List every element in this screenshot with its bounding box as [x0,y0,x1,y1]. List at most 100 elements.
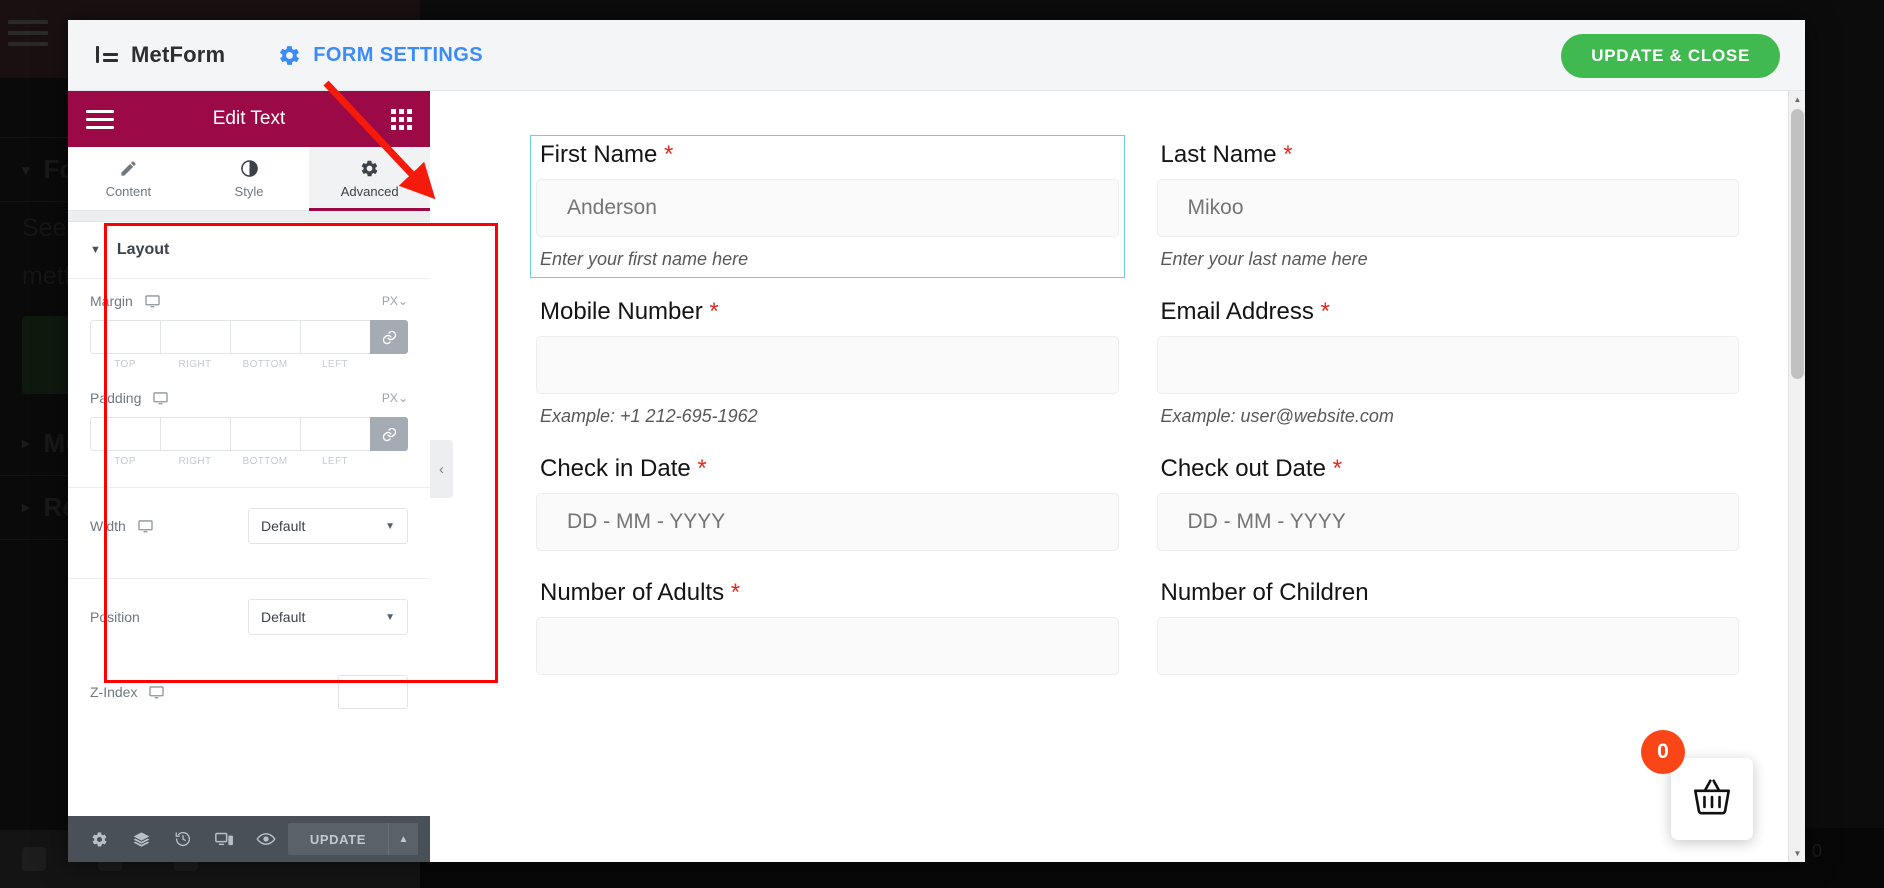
width-value: Default [261,518,305,534]
required-asterisk: * [709,298,718,325]
field-label: Email Address * [1157,292,1740,336]
required-asterisk: * [1283,141,1292,168]
responsive-mode-icon[interactable] [205,816,245,862]
field-label: First Name * [536,135,1119,179]
field-label-text: Last Name [1161,141,1277,168]
margin-unit-selector[interactable]: PX⌄ [382,294,408,308]
desktop-icon[interactable] [138,520,153,533]
margin-side-right: RIGHT [160,359,230,370]
scroll-down-arrow-icon[interactable]: ▼ [1789,845,1805,862]
modal-header: MetForm FORM SETTINGS UPDATE & CLOSE [68,20,1805,91]
layout-section-toggle[interactable]: ▼ Layout [68,222,430,279]
canvas-scrollbar[interactable]: ▲ ▼ [1788,91,1805,862]
margin-bottom-input[interactable] [230,320,300,354]
cart-widget[interactable]: 0 [1671,758,1753,840]
padding-right-input[interactable] [160,417,230,451]
margin-left-input[interactable] [300,320,370,354]
margin-side-left: LEFT [300,359,370,370]
background-caret-icon: ▸ [22,434,30,452]
required-asterisk: * [1333,455,1342,482]
field-label: Number of Children [1157,573,1740,617]
form-settings-button[interactable]: FORM SETTINGS [278,44,483,67]
background-right-number: 0 [1812,841,1822,862]
gear-icon [278,44,301,67]
field-input[interactable] [1157,336,1740,394]
form-fields-grid: First Name * Enter your first name here … [536,135,1739,697]
width-select[interactable]: Default ▼ [248,508,408,544]
field-label-text: Check out Date [1161,455,1326,482]
position-label: Position [90,609,140,625]
padding-side-left: LEFT [300,456,370,467]
collapse-panel-handle[interactable]: ‹ [430,440,453,498]
position-control: Position Default ▼ [68,579,430,655]
padding-control: Padding PX⌄ [68,376,430,473]
tab-content[interactable]: Content [68,147,189,210]
required-asterisk: * [697,455,706,482]
position-select[interactable]: Default ▼ [248,599,408,635]
apps-grid-icon[interactable] [391,109,412,130]
tab-style[interactable]: Style [189,147,310,210]
field-input[interactable] [536,617,1119,675]
preview-eye-icon[interactable] [246,816,286,862]
hamburger-icon[interactable] [86,105,114,134]
field-check-out-date[interactable]: Check out Date * [1157,449,1740,573]
field-number-of-adults[interactable]: Number of Adults * [536,573,1119,697]
margin-control: Margin PX⌄ [68,279,430,376]
margin-side-bottom: BOTTOM [230,359,300,370]
tab-style-label: Style [235,184,264,199]
field-label: Mobile Number * [536,292,1119,336]
metform-editor-modal: MetForm FORM SETTINGS UPDATE & CLOSE Edi… [68,20,1805,862]
field-check-in-date[interactable]: Check in Date * [536,449,1119,573]
editor-tabs: Content Style Advanced [68,147,430,211]
field-help-text: Example: +1 212-695-1962 [536,394,1119,427]
editor-panel-title: Edit Text [68,108,430,130]
settings-gear-icon[interactable] [80,816,120,862]
padding-side-right: RIGHT [160,456,230,467]
field-input[interactable] [536,336,1119,394]
editor-panel-titlebar: Edit Text [68,91,430,147]
field-label-text: Mobile Number [540,298,703,325]
margin-inputs [90,320,408,354]
field-email-address[interactable]: Email Address * Example: user@website.co… [1157,292,1740,449]
padding-bottom-input[interactable] [230,417,300,451]
section-header-strip [68,211,430,222]
padding-inputs [90,417,408,451]
margin-right-input[interactable] [160,320,230,354]
required-asterisk: * [1321,298,1330,325]
scrollbar-thumb[interactable] [1791,109,1804,379]
field-input[interactable] [536,493,1119,551]
field-input[interactable] [1157,179,1740,237]
cart-button[interactable] [1671,758,1753,840]
field-mobile-number[interactable]: Mobile Number * Example: +1 212-695-1962 [536,292,1119,449]
required-asterisk: * [664,141,673,168]
scroll-up-arrow-icon[interactable]: ▲ [1789,91,1805,108]
padding-link-values-button[interactable] [370,417,408,451]
field-input[interactable] [1157,493,1740,551]
field-last-name[interactable]: Last Name * Enter your last name here [1157,135,1740,292]
field-first-name[interactable]: First Name * Enter your first name here [536,135,1119,292]
padding-left-input[interactable] [300,417,370,451]
update-button[interactable]: UPDATE [288,823,388,855]
margin-top-input[interactable] [90,320,160,354]
desktop-icon[interactable] [149,686,164,699]
layers-icon[interactable] [122,816,162,862]
padding-header: Padding PX⌄ [90,390,408,406]
list-icon [96,45,118,65]
field-number-of-children[interactable]: Number of Children [1157,573,1740,697]
margin-link-values-button[interactable] [370,320,408,354]
desktop-icon[interactable] [145,295,160,308]
padding-unit-selector[interactable]: PX⌄ [382,391,408,405]
update-and-close-button[interactable]: UPDATE & CLOSE [1561,34,1780,78]
update-options-caret-icon[interactable]: ▲ [388,823,418,855]
history-icon[interactable] [163,816,203,862]
pencil-icon [119,159,138,178]
contrast-icon [240,159,259,178]
zindex-input[interactable] [338,675,408,709]
field-input[interactable] [536,179,1119,237]
field-input[interactable] [1157,617,1740,675]
padding-top-input[interactable] [90,417,160,451]
tab-advanced[interactable]: Advanced [309,147,430,210]
chevron-down-icon: ▼ [385,521,395,532]
layout-section-title: Layout [117,241,169,259]
desktop-icon[interactable] [153,392,168,405]
